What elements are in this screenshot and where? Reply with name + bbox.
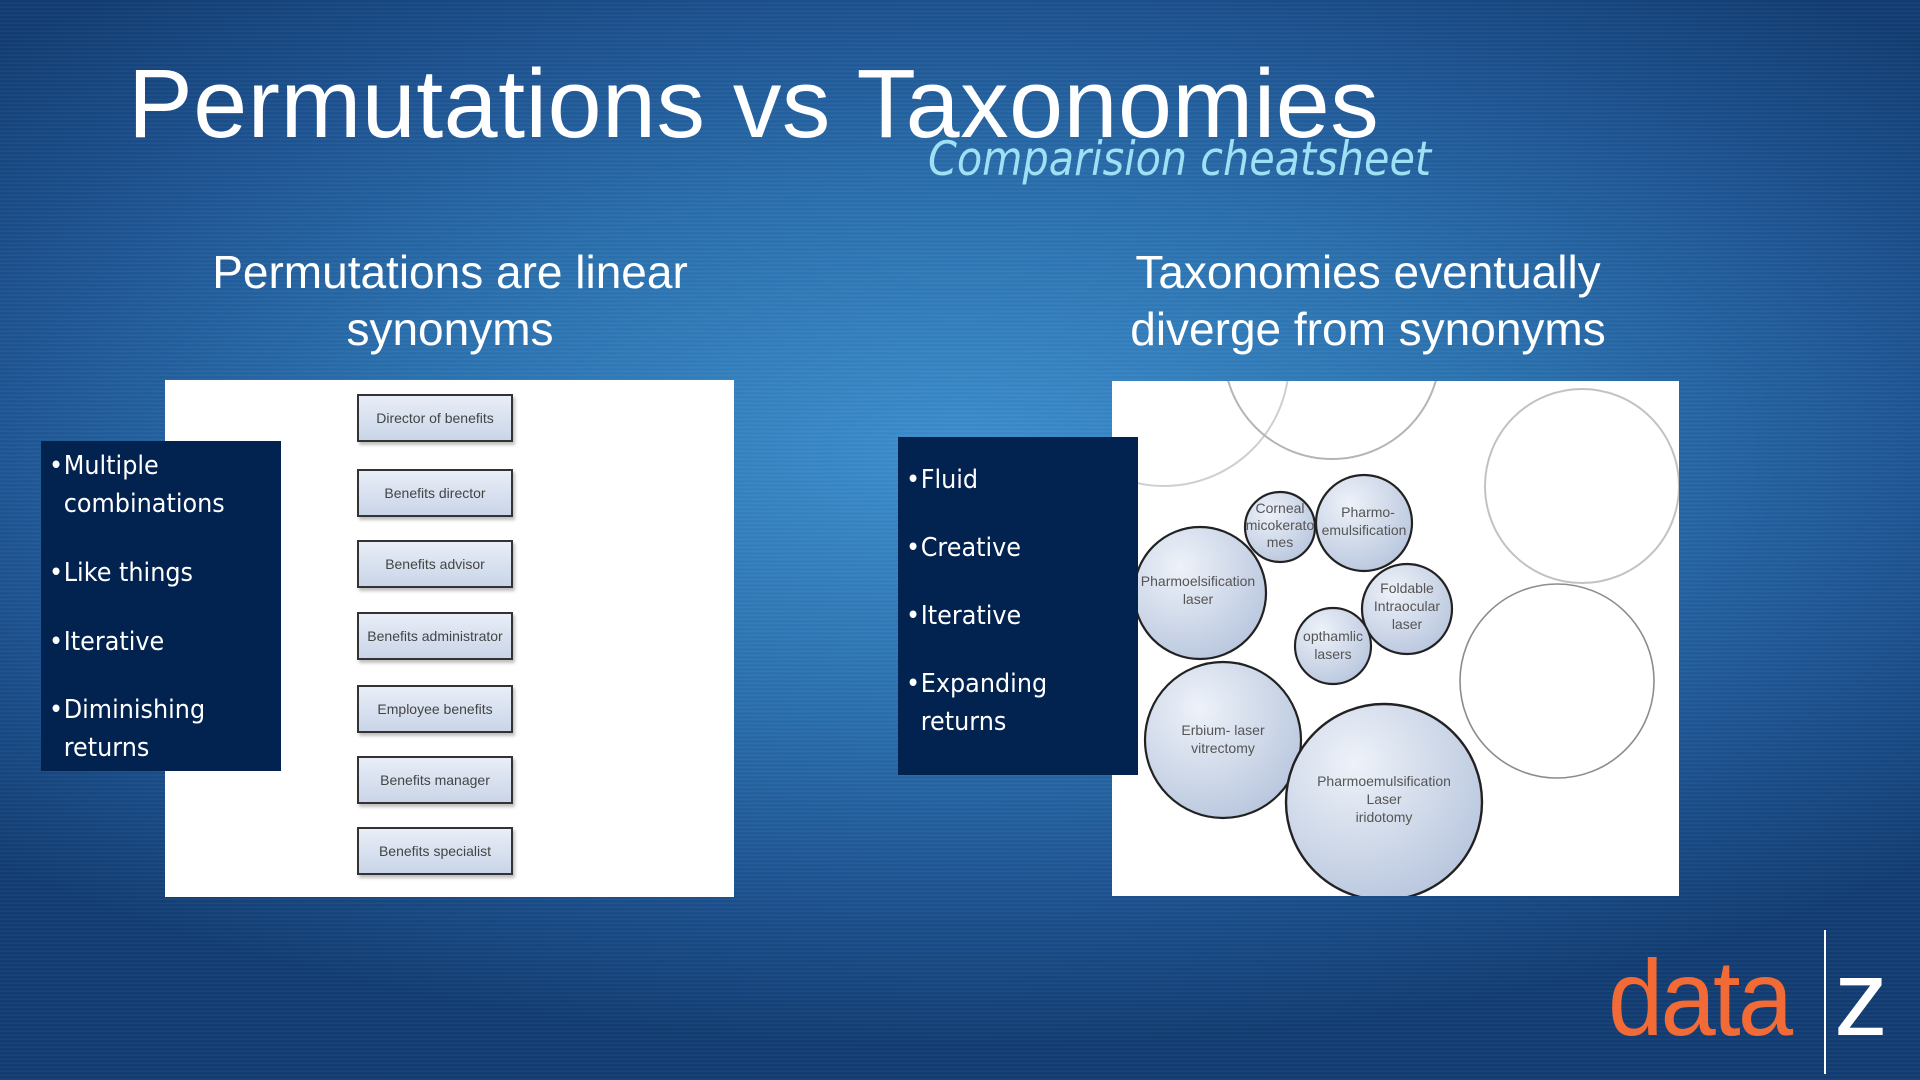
bullet-item: • Like things — [49, 554, 193, 592]
outline-circle — [1459, 583, 1655, 779]
job-title-box: Benefits manager — [357, 756, 513, 804]
left-column-heading: Permutations are linear synonyms — [130, 244, 770, 358]
bubble: Pharmoelsification laser — [1132, 525, 1268, 661]
job-title-box: Benefits administrator — [357, 612, 513, 660]
right-heading-line-1: Taxonomies eventually — [1135, 246, 1601, 298]
taxonomies-bullet-box: • Fluid • Creative • Iterative • Expanding re… — [898, 437, 1138, 775]
bullet-item: • Multiple combinations — [49, 447, 225, 523]
svg-text:Pharmoelsification: Pharmoelsification — [1141, 573, 1255, 589]
bubble: Corneal micokerato mes — [1243, 490, 1317, 564]
logo-text-z: z — [1834, 937, 1888, 1058]
bullet-dot-icon: • — [49, 695, 64, 725]
svg-text:micokerato: micokerato — [1246, 517, 1315, 533]
job-title-box: Employee benefits — [357, 685, 513, 733]
bubble: Foldable Intraocular laser — [1360, 562, 1454, 656]
svg-text:iridotomy: iridotomy — [1356, 809, 1413, 825]
svg-text:Foldable: Foldable — [1380, 580, 1434, 596]
right-column-heading: Taxonomies eventually diverge from synon… — [1048, 244, 1688, 358]
bullet-item: • Iterative — [906, 597, 1021, 635]
svg-text:emulsification: emulsification — [1322, 522, 1407, 538]
job-title-box: Benefits director — [357, 469, 513, 517]
bubble-chart: Corneal micokerato mes Pharmo- emulsific… — [1112, 381, 1679, 896]
svg-text:Intraocular: Intraocular — [1374, 598, 1440, 614]
bullet-dot-icon: • — [49, 558, 64, 588]
bullet-item: • Fluid — [906, 461, 978, 499]
svg-text:lasers: lasers — [1314, 646, 1351, 662]
logo-divider — [1824, 930, 1826, 1074]
svg-text:Pharmo-: Pharmo- — [1341, 504, 1395, 520]
svg-text:vitrectomy: vitrectomy — [1191, 740, 1255, 756]
outline-circle — [1484, 388, 1679, 584]
outline-circle — [1227, 381, 1437, 460]
svg-text:Laser: Laser — [1366, 791, 1401, 807]
bullet-dot-icon: • — [906, 465, 921, 495]
permutations-bullet-box: • Multiple combinations • Like things • Iter… — [41, 441, 281, 771]
bubble: Erbium- laser vitrectomy — [1143, 660, 1303, 820]
svg-text:Pharmoemulsification: Pharmoemulsification — [1317, 773, 1451, 789]
job-title-box: Benefits specialist — [357, 827, 513, 875]
bullet-item: • Expanding returns — [906, 665, 1047, 741]
left-heading-line-1: Permutations are linear — [212, 246, 688, 298]
svg-text:opthamlic: opthamlic — [1303, 628, 1363, 644]
bullet-item: • Creative — [906, 529, 1021, 567]
job-title-box: Benefits advisor — [357, 540, 513, 588]
bullet-item: • Diminishing returns — [49, 691, 205, 767]
svg-text:mes: mes — [1267, 534, 1293, 550]
bullet-dot-icon: • — [906, 533, 921, 563]
bullet-dot-icon: • — [49, 451, 64, 481]
right-heading-line-2: diverge from synonyms — [1130, 303, 1606, 355]
slide-subtitle: Comparision cheatsheet — [928, 132, 1432, 187]
svg-text:Corneal: Corneal — [1255, 500, 1304, 516]
svg-text:laser: laser — [1183, 591, 1214, 607]
svg-text:Erbium- laser: Erbium- laser — [1181, 722, 1265, 738]
bullet-item: • Iterative — [49, 623, 164, 661]
bubble: Pharmoemulsification Laser iridotomy — [1284, 702, 1484, 896]
logo-text-data: data — [1608, 937, 1793, 1058]
bubble: opthamlic lasers — [1293, 606, 1373, 686]
taxonomies-bubble-diagram: Corneal micokerato mes Pharmo- emulsific… — [1112, 381, 1679, 896]
dataz-logo: data z — [1608, 925, 1908, 1075]
left-heading-line-2: synonyms — [346, 303, 554, 355]
bullet-dot-icon: • — [906, 669, 921, 699]
bullet-dot-icon: • — [906, 601, 921, 631]
bubble: Pharmo- emulsification — [1314, 473, 1414, 573]
svg-text:laser: laser — [1392, 616, 1423, 632]
job-title-box: Director of benefits — [357, 394, 513, 442]
bullet-dot-icon: • — [49, 627, 64, 657]
